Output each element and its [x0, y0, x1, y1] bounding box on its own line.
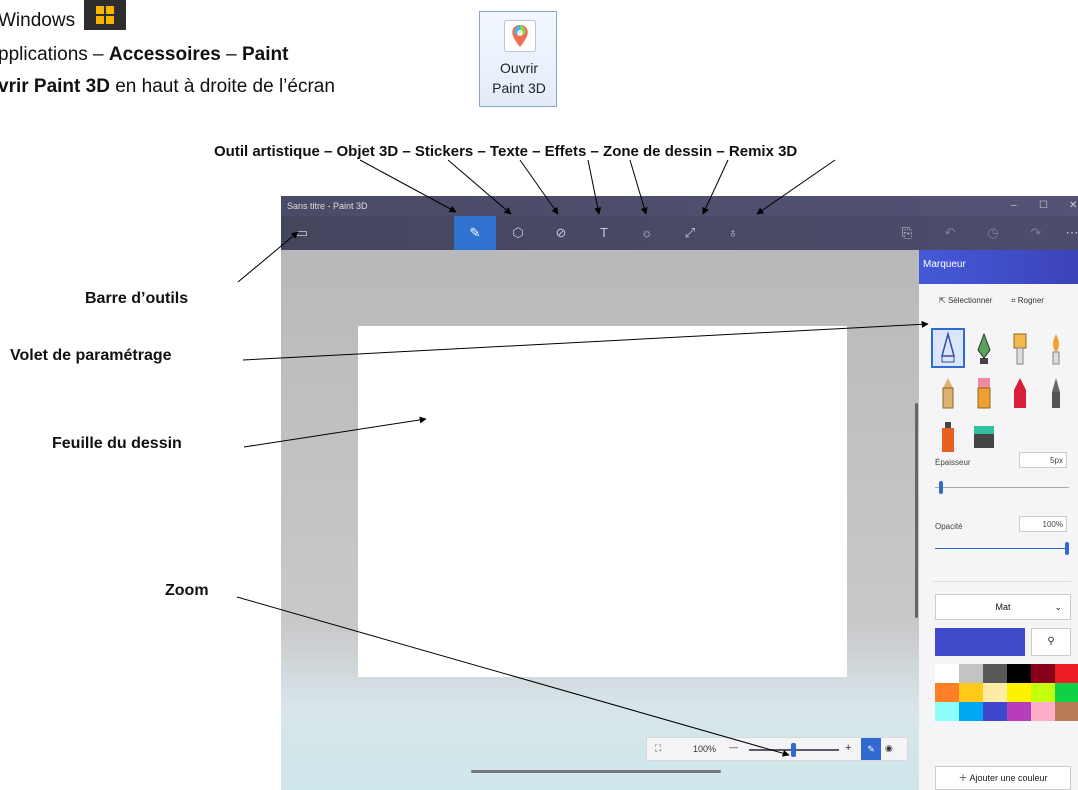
more-icon[interactable]: ⋯ [1051, 216, 1078, 250]
chevron-down-icon: ⌄ [1054, 602, 1062, 612]
eraser-icon[interactable] [969, 374, 999, 410]
title-bar: Sans titre - Paint 3D – ☐ ✕ [281, 196, 1078, 216]
instruction-line-path: pplications – Accessoires – Paint [0, 44, 289, 65]
palette-swatch[interactable] [1055, 702, 1078, 721]
instruction-line-open: vrir Paint 3D en haut à droite de l’écra… [0, 76, 335, 97]
undo-icon[interactable]: ↶ [929, 216, 971, 250]
pixel-pen-icon[interactable] [1041, 374, 1071, 410]
callout-toolbar: Barre d’outils [85, 290, 189, 307]
palette-swatch[interactable] [1031, 683, 1055, 702]
calligraphy-pen-icon[interactable] [969, 330, 999, 366]
crop-button[interactable]: ⌗ Rogner [1011, 296, 1044, 306]
palette-swatch[interactable] [959, 683, 983, 702]
color-palette [935, 664, 1078, 760]
zoom-bar: ⛶ 100% — + ✎ ◉ [646, 737, 908, 761]
add-color-button[interactable]: ＋ Ajouter une couleur [935, 766, 1071, 790]
open-paint3d-label: Ouvrir Paint 3D [492, 60, 546, 96]
instruction-line-windows: Windows [0, 10, 76, 31]
tool-art-tools-icon[interactable]: ✎ [454, 216, 496, 250]
window-title: Sans titre - Paint 3D [287, 201, 368, 211]
windows-logo-icon [84, 0, 126, 30]
palette-swatch[interactable] [1055, 683, 1078, 702]
tool-stickers-icon[interactable]: ⊘ [540, 216, 582, 250]
palette-swatch[interactable] [959, 664, 983, 683]
palette-swatch[interactable] [983, 683, 1007, 702]
brush-grid [931, 328, 1073, 455]
fit-to-screen-icon[interactable]: ⛶ [655, 743, 661, 754]
palette-swatch[interactable] [935, 702, 959, 721]
thickness-slider[interactable] [935, 481, 1069, 494]
drawing-sheet[interactable] [358, 326, 847, 677]
palette-swatch[interactable] [1007, 664, 1031, 683]
menu-icon[interactable]: ▭ [281, 216, 323, 250]
open-paint3d-button[interactable]: Ouvrir Paint 3D [479, 11, 557, 107]
palette-swatch[interactable] [1007, 683, 1031, 702]
paint3d-window: Sans titre - Paint 3D – ☐ ✕ ▭ ✎ ⬡ ⊘ T ☼ … [281, 196, 1078, 790]
watercolor-icon[interactable] [1041, 330, 1071, 366]
palette-swatch[interactable] [1055, 664, 1078, 683]
callout-tools-list: Outil artistique – Objet 3D – Stickers –… [214, 143, 798, 160]
tool-remix3d-icon[interactable]: ♁ [712, 216, 754, 250]
tool-effects-icon[interactable]: ☼ [626, 216, 668, 250]
maximize-button[interactable]: ☐ [1039, 196, 1048, 216]
canvas-area[interactable]: ⛶ 100% — + ✎ ◉ [281, 250, 919, 790]
palette-swatch[interactable] [983, 702, 1007, 721]
paint3d-logo-icon [504, 20, 536, 52]
tool-canvas-icon[interactable]: ⤢ [669, 216, 711, 250]
zoom-in-button[interactable]: + [845, 742, 851, 754]
callout-drawing-sheet: Feuille du dessin [52, 435, 182, 452]
pen-mode-icon[interactable]: ✎ [861, 738, 881, 760]
horizontal-scrollbar[interactable] [471, 770, 721, 773]
zoom-level: 100% [693, 744, 717, 754]
oil-brush-icon[interactable] [1005, 330, 1035, 366]
vertical-scrollbar[interactable] [915, 403, 918, 618]
fill-bucket-icon[interactable] [969, 418, 999, 454]
pane-title: Marqueur [919, 250, 1078, 284]
palette-swatch[interactable] [1031, 702, 1055, 721]
opacity-input[interactable]: 100% [1019, 516, 1067, 532]
callout-settings-pane: Volet de paramétrage [10, 347, 172, 364]
select-crop-bar: ⇱ Sélectionner ⌗ Rogner [919, 284, 1078, 318]
thickness-input[interactable]: 5px [1019, 452, 1067, 468]
settings-pane: Marqueur ⇱ Sélectionner ⌗ Rogner Épaisse… [919, 250, 1078, 790]
select-button[interactable]: ⇱ Sélectionner [939, 296, 992, 305]
callout-zoom: Zoom [165, 582, 209, 599]
thickness-slider-thumb[interactable] [938, 481, 943, 494]
marker-brush-icon[interactable] [931, 328, 965, 368]
pane-divider [933, 581, 1071, 582]
palette-swatch[interactable] [935, 683, 959, 702]
close-button[interactable]: ✕ [1069, 196, 1077, 216]
minimize-button[interactable]: – [1011, 196, 1017, 216]
thickness-label: Épaisseur [935, 458, 971, 467]
palette-swatch[interactable] [1007, 702, 1031, 721]
pencil-icon[interactable] [933, 374, 963, 410]
eyedropper-icon[interactable]: ⚲ [1031, 628, 1071, 656]
opacity-label: Opacité [935, 522, 963, 531]
zoom-slider-thumb[interactable] [791, 743, 796, 757]
paste-icon[interactable]: ⎘ [886, 216, 928, 250]
opacity-slider-thumb[interactable] [1065, 542, 1069, 555]
current-color-swatch[interactable] [935, 628, 1025, 656]
palette-swatch[interactable] [1031, 664, 1055, 683]
palette-swatch[interactable] [959, 702, 983, 721]
zoom-out-button[interactable]: — [729, 742, 738, 752]
finish-dropdown[interactable]: Mat ⌄ [935, 594, 1071, 620]
view-mode-icon[interactable]: ◉ [885, 743, 893, 754]
app-toolbar: ▭ ✎ ⬡ ⊘ T ☼ ⤢ ♁ ⎘ ↶ ◷ ↷ ⋯ [281, 216, 1078, 250]
tool-3d-shapes-icon[interactable]: ⬡ [497, 216, 539, 250]
palette-swatch[interactable] [983, 664, 1007, 683]
palette-swatch[interactable] [935, 664, 959, 683]
crayon-icon[interactable] [1005, 374, 1035, 410]
opacity-slider[interactable] [935, 542, 1069, 555]
spray-can-icon[interactable] [933, 418, 963, 454]
tool-text-icon[interactable]: T [583, 216, 625, 250]
history-icon[interactable]: ◷ [972, 216, 1014, 250]
